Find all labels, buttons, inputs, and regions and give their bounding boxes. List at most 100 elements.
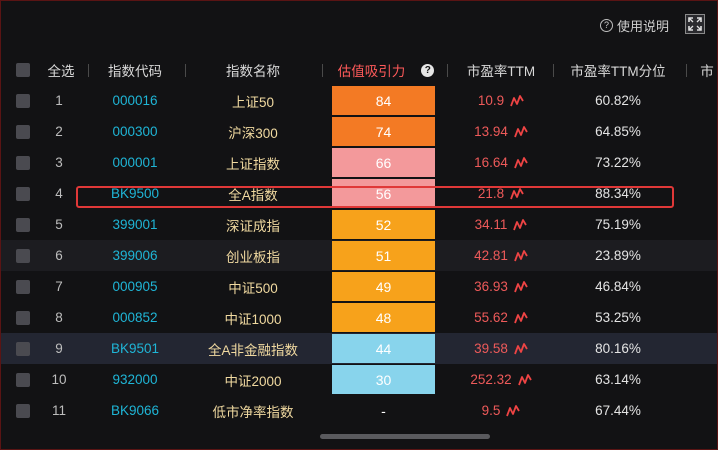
index-name[interactable]: 中证1000: [197, 302, 309, 333]
header-index-name[interactable]: 指数名称: [197, 55, 309, 85]
pe-ttm-cell[interactable]: 42.81: [453, 240, 549, 271]
header-pe-ttm[interactable]: 市盈率TTM: [453, 55, 549, 85]
pe-ttm-cell[interactable]: 55.62: [453, 302, 549, 333]
index-code[interactable]: 399006: [95, 240, 175, 271]
pe-ttm-value: 34.11: [474, 217, 508, 232]
row-checkbox[interactable]: [13, 116, 33, 147]
pe-ttm-cell[interactable]: 34.11: [453, 209, 549, 240]
trend-chart-icon[interactable]: [510, 187, 524, 200]
horizontal-scrollbar[interactable]: [320, 434, 490, 439]
pe-ttm-cell[interactable]: 16.64: [453, 147, 549, 178]
index-code[interactable]: 000016: [95, 85, 175, 116]
row-index: 11: [51, 403, 66, 418]
row-checkbox[interactable]: [13, 147, 33, 178]
index-name[interactable]: 创业板指: [197, 240, 309, 271]
trend-chart-icon[interactable]: [514, 280, 528, 293]
help-link[interactable]: ? 使用说明: [599, 16, 669, 35]
pe-ttm-cell[interactable]: 13.94: [453, 116, 549, 147]
index-code[interactable]: BK9500: [95, 178, 175, 209]
row-index: 8: [55, 310, 63, 325]
checkbox-box: [16, 403, 30, 418]
pe-ttm-wrap: 55.62: [474, 310, 528, 325]
row-checkbox[interactable]: [13, 178, 33, 209]
pe-ttm-percentile: 60.82%: [595, 93, 641, 108]
pe-ttm-percentile: 75.19%: [595, 217, 641, 232]
index-code[interactable]: 000852: [95, 302, 175, 333]
checkbox-box: [16, 93, 30, 108]
index-name[interactable]: 中证2000: [197, 364, 309, 395]
pe-ttm-cell[interactable]: 9.5: [453, 395, 549, 426]
valuation-value: -: [381, 402, 386, 419]
pe-ttm-value: 10.9: [477, 93, 505, 108]
index-name[interactable]: 中证500: [197, 271, 309, 302]
table-row[interactable]: 7 000905 中证500 49 36.93 46.84%: [1, 271, 717, 302]
row-checkbox[interactable]: [13, 364, 33, 395]
trend-chart-icon[interactable]: [513, 218, 528, 231]
table-row[interactable]: 10 932000 中证2000 30 252.32 63.14%: [1, 364, 717, 395]
pe-ttm-cell[interactable]: 252.32: [453, 364, 549, 395]
row-checkbox[interactable]: [13, 209, 33, 240]
trend-chart-icon[interactable]: [514, 125, 528, 138]
header-valuation-attraction[interactable]: 估值吸引力 ?: [326, 55, 446, 85]
table-row[interactable]: 1 000016 上证50 84 10.9 60.82%: [1, 85, 717, 116]
trend-chart-icon[interactable]: [514, 249, 528, 262]
pe-ttm-cell[interactable]: 10.9: [453, 85, 549, 116]
table-row[interactable]: 3 000001 上证指数 66 16.64 73.22%: [1, 147, 717, 178]
header-more-column[interactable]: 市: [697, 55, 717, 85]
row-checkbox[interactable]: [13, 395, 33, 426]
index-code[interactable]: BK9066: [95, 395, 175, 426]
trend-chart-icon[interactable]: [514, 342, 528, 355]
index-name[interactable]: 深证成指: [197, 209, 309, 240]
fullscreen-button[interactable]: [685, 14, 705, 34]
index-code[interactable]: 399001: [95, 209, 175, 240]
header-select-all[interactable]: 全选: [41, 55, 81, 85]
table-row[interactable]: 4 BK9500 全A指数 56 21.8 88.34%: [1, 178, 717, 209]
row-index: 5: [55, 217, 63, 232]
trend-chart-icon[interactable]: [517, 373, 532, 386]
index-code[interactable]: 000905: [95, 271, 175, 302]
header-index-code[interactable]: 指数代码: [95, 55, 175, 85]
index-name[interactable]: 全A指数: [197, 178, 309, 209]
index-name[interactable]: 上证50: [197, 85, 309, 116]
index-code[interactable]: 000300: [95, 116, 175, 147]
pe-ttm-cell[interactable]: 36.93: [453, 271, 549, 302]
index-code[interactable]: 932000: [95, 364, 175, 395]
trend-chart-icon[interactable]: [506, 404, 521, 417]
pe-ttm-percentile: 88.34%: [595, 186, 641, 201]
table-row[interactable]: 9 BK9501 全A非金融指数 44 39.58 80.16%: [1, 333, 717, 364]
trend-chart-icon[interactable]: [514, 311, 528, 324]
index-name[interactable]: 沪深300: [197, 116, 309, 147]
row-checkbox[interactable]: [13, 302, 33, 333]
pe-ttm-percentile: 46.84%: [595, 279, 641, 294]
header-pe-ttm-percentile[interactable]: 市盈率TTM分位: [559, 55, 677, 85]
index-name[interactable]: 低市净率指数: [197, 395, 309, 426]
row-checkbox[interactable]: [13, 271, 33, 302]
row-checkbox[interactable]: [13, 333, 33, 364]
pe-ttm-cell[interactable]: 21.8: [453, 178, 549, 209]
pe-ttm-percentile: 63.14%: [595, 372, 641, 387]
pe-ttm-value: 21.8: [477, 186, 505, 201]
index-name[interactable]: 上证指数: [197, 147, 309, 178]
pe-ttm-cell[interactable]: 39.58: [453, 333, 549, 364]
row-checkbox[interactable]: [13, 85, 33, 116]
table-row[interactable]: 2 000300 沪深300 74 13.94 64.85%: [1, 116, 717, 147]
row-index: 3: [55, 155, 63, 170]
table-row[interactable]: 5 399001 深证成指 52 34.11 75.19%: [1, 209, 717, 240]
valuation-score: 48: [332, 302, 435, 333]
trend-chart-icon[interactable]: [510, 94, 524, 107]
table-row[interactable]: 11 BK9066 低市净率指数 - 9.5 67.44%: [1, 395, 717, 426]
valuation-score: 52: [332, 209, 435, 240]
index-code[interactable]: BK9501: [95, 333, 175, 364]
index-name[interactable]: 全A非金融指数: [197, 333, 309, 364]
info-icon[interactable]: ?: [421, 63, 435, 77]
table-row[interactable]: 6 399006 创业板指 51 42.81 23.89%: [1, 240, 717, 271]
checkbox-box: [16, 124, 30, 139]
index-code[interactable]: 000001: [95, 147, 175, 178]
select-all-checkbox[interactable]: [13, 55, 33, 85]
pe-ttm-wrap: 9.5: [482, 403, 521, 418]
table-row[interactable]: 8 000852 中证1000 48 55.62 53.25%: [1, 302, 717, 333]
question-circle-icon: ?: [599, 19, 613, 32]
row-checkbox[interactable]: [13, 240, 33, 271]
pe-ttm-percentile: 23.89%: [595, 248, 641, 263]
trend-chart-icon[interactable]: [514, 156, 528, 169]
